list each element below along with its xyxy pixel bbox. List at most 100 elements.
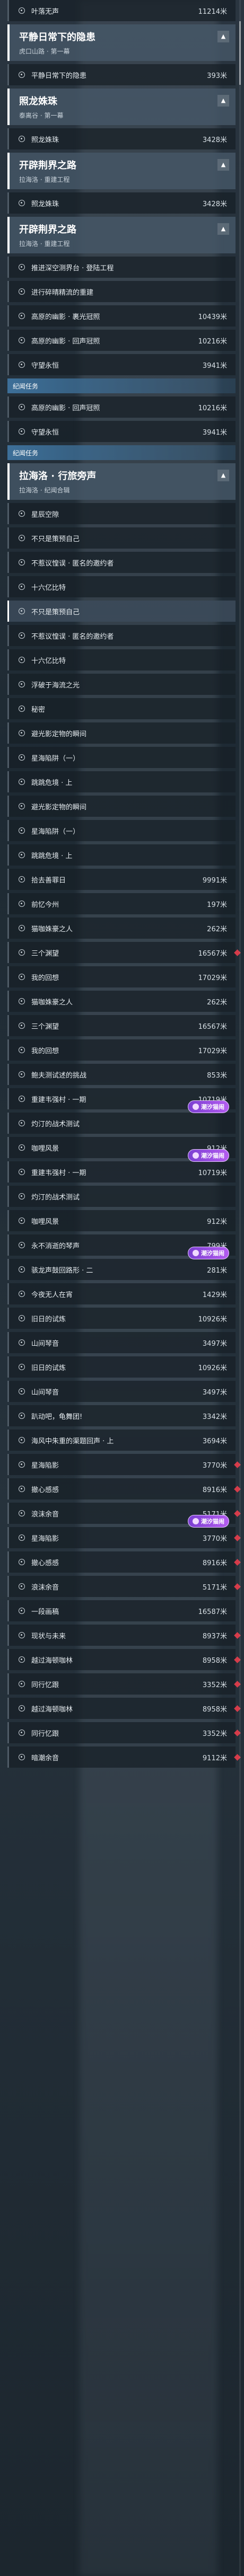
group-title: 平静日常下的隐患 bbox=[19, 32, 95, 43]
quest-row[interactable]: 撤心感感 8916米 bbox=[7, 1551, 241, 1573]
quest-row[interactable]: 撤心感感 8916米 bbox=[7, 1478, 241, 1499]
group-subtitle: 拉海洛 · 重建工程 bbox=[19, 240, 70, 248]
quest-row[interactable]: 守望永恒 3941米 bbox=[7, 421, 236, 442]
quest-group-header[interactable]: 平静日常下的隐患 虎口山路 · 第一幕 ▲ bbox=[7, 24, 236, 61]
quest-row[interactable]: 避光影定物的瞬间 bbox=[7, 722, 236, 744]
quest-row[interactable]: 跳跳危境 · 上 bbox=[7, 771, 236, 792]
quest-row[interactable]: 照龙姝珠 3428米 bbox=[7, 128, 236, 149]
tide-event-badge[interactable]: 潮汐猫闹 bbox=[188, 1100, 229, 1113]
quest-name: 拾去善罪日 bbox=[31, 876, 66, 885]
quest-row[interactable]: 我的回想 17029米 bbox=[7, 1039, 236, 1061]
circle-target-icon bbox=[19, 1730, 25, 1736]
tide-event-badge[interactable]: 潮汐猫闹 bbox=[188, 1149, 229, 1162]
quest-row[interactable]: 高原的幽影 · 裹光冠照 10439米 bbox=[7, 305, 236, 327]
quest-row[interactable]: 现状与未来 8937米 bbox=[7, 1625, 241, 1646]
circle-target-icon bbox=[19, 1486, 25, 1492]
quest-row[interactable]: 旧日的试炼 10926米 bbox=[7, 1308, 236, 1329]
quest-row[interactable]: 守望永恒 3941米 bbox=[7, 354, 236, 375]
category-header[interactable]: 纪闻任务 bbox=[7, 445, 236, 460]
quest-name: 同行忆跟 bbox=[31, 1681, 59, 1689]
circle-target-icon bbox=[19, 404, 25, 410]
circle-target-icon bbox=[19, 1169, 25, 1175]
category-header[interactable]: 纪闻任务 bbox=[7, 378, 236, 393]
quest-group-header[interactable]: 开辟荆界之路 拉海洛 · 重建工程 ▲ bbox=[7, 153, 236, 189]
quest-row[interactable]: 同行忆跟 3352米 bbox=[7, 1673, 241, 1695]
quest-row[interactable]: 星海陷影 3770米 bbox=[7, 1527, 241, 1548]
chevron-up-icon[interactable]: ▲ bbox=[217, 223, 229, 235]
quest-row[interactable]: 不只是策预自己 bbox=[7, 527, 236, 549]
quest-row[interactable]: 跳跳危境 · 上 bbox=[7, 844, 236, 866]
quest-row[interactable]: 星海陷阱（一） bbox=[7, 747, 236, 768]
quest-distance: 8916米 bbox=[202, 1486, 227, 1494]
quest-row[interactable]: 星海陷影 3770米 bbox=[7, 1454, 241, 1475]
quest-group-header[interactable]: 照龙姝珠 泰离谷 · 第一幕 ▲ bbox=[7, 89, 236, 125]
quest-row[interactable]: 平静日常下的隐患 393米 bbox=[7, 64, 236, 85]
circle-target-icon bbox=[19, 1364, 25, 1370]
quest-distance: 8937米 bbox=[202, 1632, 227, 1640]
quest-row[interactable]: 浮破于海流之光 bbox=[7, 674, 236, 695]
chevron-up-icon[interactable]: ▲ bbox=[217, 159, 229, 171]
quest-row[interactable]: 不惹议惶误 · 匿名的邀约者 bbox=[7, 625, 236, 646]
quest-row[interactable]: 十六亿比特 bbox=[7, 576, 236, 597]
quest-row[interactable]: 推进深空测界台 · 登陆工程 bbox=[7, 257, 236, 278]
quest-row[interactable]: 暗潮余音 9112米 bbox=[7, 1746, 241, 1768]
quest-row[interactable]: 不只是策预自己 bbox=[7, 601, 236, 622]
scrollbar[interactable] bbox=[239, 0, 241, 2576]
quest-row[interactable]: 鲍夫测试述的挑战 853米 bbox=[7, 1064, 236, 1085]
quest-distance: 10439米 bbox=[198, 313, 227, 321]
quest-name: 叶落无声 bbox=[31, 7, 59, 16]
quest-row[interactable]: 越过海顿咖林 8958米 bbox=[7, 1649, 241, 1670]
quest-row[interactable]: 今夜无人在宵 1429米 bbox=[7, 1283, 236, 1304]
quest-distance: 9991米 bbox=[202, 876, 227, 885]
quest-row[interactable]: 山间琴音 3497米 bbox=[7, 1332, 236, 1353]
quest-row[interactable]: 越过海顿咖林 8958米 bbox=[7, 1698, 241, 1719]
quest-row[interactable]: 照龙姝珠 3428米 bbox=[7, 192, 236, 214]
quest-name: 十六亿比特 bbox=[31, 657, 66, 665]
circle-target-icon bbox=[19, 1534, 25, 1541]
quest-name: 永不消逝的琴声 bbox=[31, 1242, 80, 1250]
quest-row[interactable]: 前忆今州 197米 bbox=[7, 893, 236, 914]
quest-row[interactable]: 趴动吧，龟舞团! 3342米 bbox=[7, 1405, 236, 1426]
quest-row[interactable]: 灼汀的战术测试 bbox=[7, 1186, 236, 1207]
chevron-up-icon[interactable]: ▲ bbox=[217, 470, 229, 481]
quest-row[interactable]: 高原的幽影 · 回声冠照 10216米 bbox=[7, 396, 236, 418]
quest-row[interactable]: 三个渊望 16567米 bbox=[7, 942, 241, 963]
quest-row[interactable]: 拾去善罪日 9991米 bbox=[7, 869, 236, 890]
quest-row[interactable]: 山间琴音 3497米 bbox=[7, 1381, 236, 1402]
quest-row[interactable]: 同行忆跟 3352米 bbox=[7, 1722, 241, 1743]
quest-row[interactable]: 叶落无声 11214米 bbox=[7, 0, 236, 21]
quest-row[interactable]: 星海陷阱（一） bbox=[7, 820, 236, 841]
tide-event-badge[interactable]: 潮汐猫闹 bbox=[188, 1247, 229, 1259]
quest-row[interactable]: 骇龙声鼓回路形 · 二 281米 bbox=[7, 1259, 236, 1280]
scrollbar-thumb[interactable] bbox=[239, 21, 241, 85]
quest-row[interactable]: 秘密 bbox=[7, 698, 236, 719]
quest-distance: 3694米 bbox=[202, 1437, 227, 1445]
quest-row[interactable]: 重建韦强村 · 一期 10719米 bbox=[7, 1161, 236, 1183]
quest-row[interactable]: 十六亿比特 bbox=[7, 649, 236, 671]
quest-row[interactable]: 高原的幽影 · 回声冠照 10216米 bbox=[7, 330, 236, 351]
circle-target-icon bbox=[19, 876, 25, 883]
quest-row[interactable]: 灼汀的战术测试 bbox=[7, 1113, 236, 1134]
quest-row[interactable]: 不惹议惶误 · 匿名的邀约者 bbox=[7, 552, 236, 573]
quest-row[interactable]: 星辰空隙 bbox=[7, 503, 236, 524]
circle-target-icon bbox=[19, 1510, 25, 1516]
quest-row[interactable]: 猫咖姝豪之人 262米 bbox=[7, 918, 236, 939]
quest-row[interactable]: 进行碎晴精流的重建 bbox=[7, 281, 236, 302]
quest-row[interactable]: 三个渊望 16567米 bbox=[7, 1015, 236, 1036]
quest-row[interactable]: 避光影定物的瞬间 bbox=[7, 796, 236, 817]
chevron-up-icon[interactable]: ▲ bbox=[217, 31, 229, 42]
quest-row[interactable]: 浪沫余音 5171米 bbox=[7, 1576, 241, 1597]
quest-group-header[interactable]: 开辟荆界之路 拉海洛 · 重建工程 ▲ bbox=[7, 217, 236, 253]
quest-row[interactable]: 猫咖姝豪之人 262米 bbox=[7, 991, 236, 1012]
chevron-up-icon[interactable]: ▲ bbox=[217, 95, 229, 107]
quest-distance: 853米 bbox=[207, 1071, 227, 1080]
quest-row[interactable]: 海风中朱重的渠题回声 · 上 3694米 bbox=[7, 1430, 236, 1451]
quest-row[interactable]: 旧日的试炼 10926米 bbox=[7, 1356, 236, 1378]
quest-row[interactable]: 一段画稿 16587米 bbox=[7, 1600, 236, 1621]
quest-row[interactable]: 咖哩风景 912米 bbox=[7, 1210, 236, 1231]
quest-group-header[interactable]: 拉海洛 · 行旅旁声 拉海洛 · 纪闻合辑 ▲ bbox=[7, 463, 236, 500]
tide-event-badge[interactable]: 潮汐猫闹 bbox=[188, 1515, 229, 1528]
circle-target-icon bbox=[19, 974, 25, 980]
circle-target-icon bbox=[19, 852, 25, 858]
quest-row[interactable]: 我的回想 17029米 bbox=[7, 966, 236, 987]
